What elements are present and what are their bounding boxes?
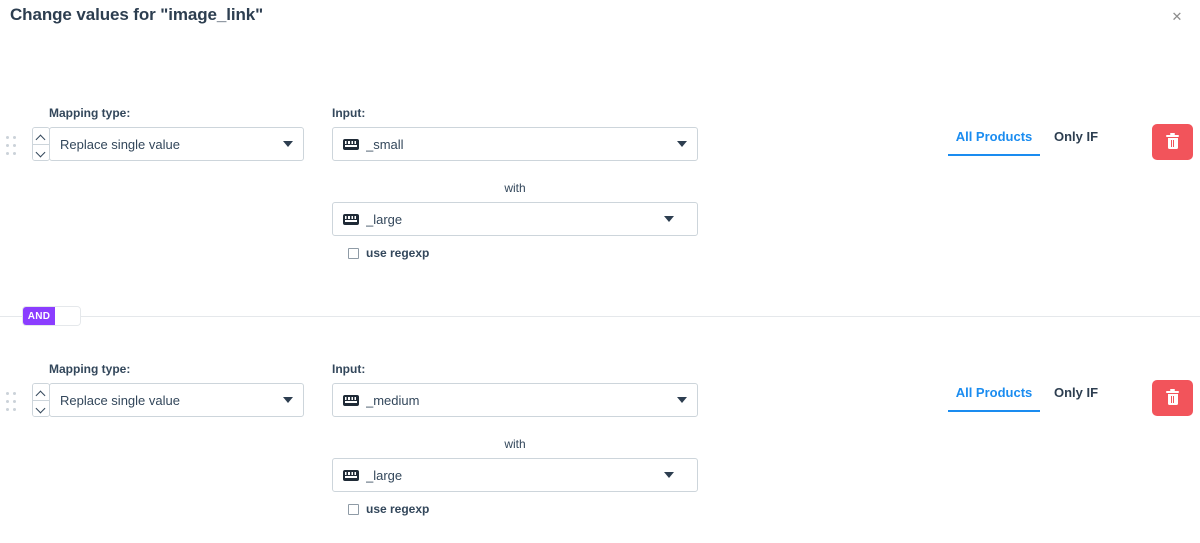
input-value-select[interactable]: _small	[332, 127, 698, 161]
delete-rule-button[interactable]	[1152, 380, 1193, 416]
input-label: Input:	[332, 106, 366, 120]
with-value-select[interactable]: _large	[332, 202, 698, 236]
chevron-down-icon	[677, 141, 687, 147]
use-regexp-checkbox[interactable]: use regexp	[348, 246, 429, 260]
drag-handle-icon[interactable]	[6, 136, 20, 158]
keyboard-icon	[343, 394, 359, 406]
chevron-down-icon	[664, 472, 674, 478]
keyboard-icon	[343, 213, 359, 225]
separator-line	[0, 316, 1200, 317]
scope-tabs: All Products Only IF	[948, 385, 1098, 412]
chevron-up-icon	[37, 390, 45, 395]
trash-icon	[1166, 388, 1179, 406]
with-label: with	[504, 437, 526, 451]
drag-handle-icon[interactable]	[6, 392, 20, 414]
chevron-down-icon	[37, 406, 45, 411]
tab-all-products[interactable]: All Products	[948, 129, 1040, 156]
reorder-stepper[interactable]	[32, 127, 50, 161]
checkbox-box[interactable]	[348, 503, 359, 515]
input-value: _medium	[366, 392, 420, 408]
logic-and-segment[interactable]: AND	[23, 307, 55, 325]
tab-all-products[interactable]: All Products	[948, 385, 1040, 412]
reorder-stepper[interactable]	[32, 383, 50, 417]
mapping-type-select[interactable]: Replace single value	[49, 383, 304, 417]
use-regexp-label: use regexp	[366, 246, 430, 260]
input-value-select[interactable]: _medium	[332, 383, 698, 417]
mapping-rule-row: Mapping type: Replace single value Input…	[0, 356, 1200, 536]
chevron-down-icon	[37, 150, 45, 155]
input-value: _small	[366, 136, 404, 152]
move-down-button[interactable]	[33, 400, 49, 416]
use-regexp-checkbox[interactable]: use regexp	[348, 502, 429, 516]
checkbox-box[interactable]	[348, 247, 359, 259]
close-icon[interactable]: ✕	[1168, 7, 1186, 25]
mapping-rule-row: Mapping type: Replace single value Input…	[0, 100, 1200, 280]
chevron-down-icon	[664, 216, 674, 222]
with-label: with	[504, 181, 526, 195]
change-values-dialog: Change values for "image_link" ✕ Mapping…	[0, 0, 1200, 543]
use-regexp-label: use regexp	[366, 502, 430, 516]
mapping-type-label: Mapping type:	[49, 106, 131, 120]
keyboard-icon	[343, 469, 359, 481]
scope-tabs: All Products Only IF	[948, 129, 1098, 156]
move-up-button[interactable]	[33, 384, 49, 400]
with-value: _large	[366, 467, 403, 483]
chevron-down-icon	[677, 397, 687, 403]
chevron-down-icon	[283, 141, 293, 147]
chevron-down-icon	[283, 397, 293, 403]
rule-separator: AND	[0, 306, 1200, 326]
keyboard-icon	[343, 138, 359, 150]
move-down-button[interactable]	[33, 144, 49, 160]
with-value-select[interactable]: _large	[332, 458, 698, 492]
delete-rule-button[interactable]	[1152, 124, 1193, 160]
chevron-up-icon	[37, 134, 45, 139]
mapping-type-value: Replace single value	[60, 136, 180, 152]
logic-or-segment[interactable]	[55, 307, 80, 325]
logic-operator-toggle[interactable]: AND	[22, 306, 81, 326]
page-title: Change values for "image_link"	[10, 5, 264, 24]
with-value: _large	[366, 211, 403, 227]
mapping-type-select[interactable]: Replace single value	[49, 127, 304, 161]
tab-only-if[interactable]: Only IF	[1054, 129, 1098, 154]
trash-icon	[1166, 132, 1179, 150]
mapping-type-label: Mapping type:	[49, 362, 131, 376]
tab-only-if[interactable]: Only IF	[1054, 385, 1098, 410]
mapping-type-value: Replace single value	[60, 392, 180, 408]
input-label: Input:	[332, 362, 366, 376]
move-up-button[interactable]	[33, 128, 49, 144]
